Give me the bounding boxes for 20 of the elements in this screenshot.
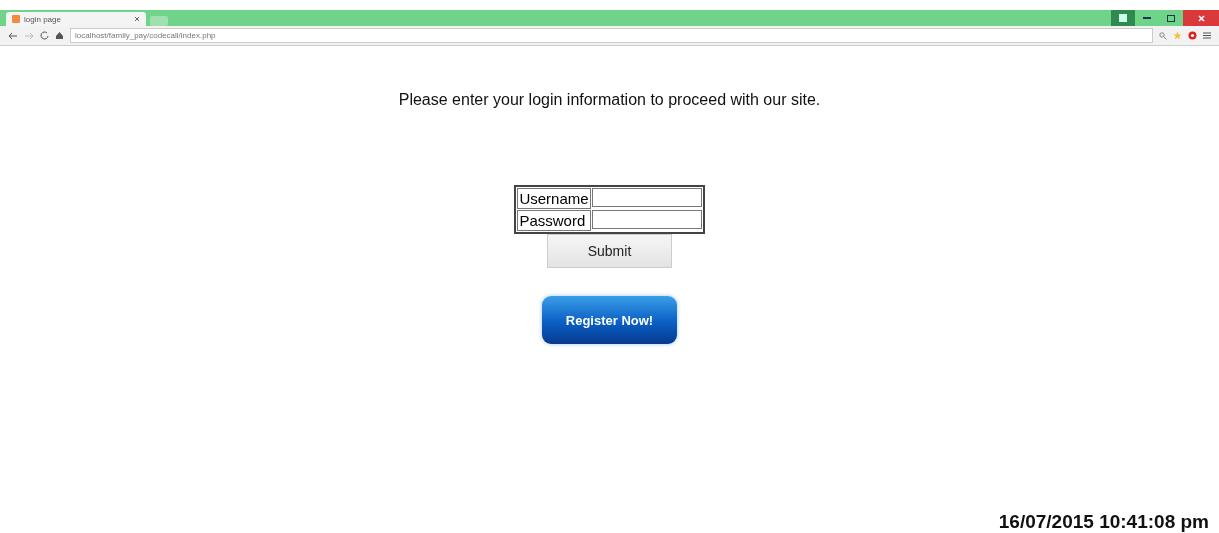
timestamp: 16/07/2015 10:41:08 pm <box>998 511 1209 533</box>
browser-tab[interactable]: login page <box>6 12 146 26</box>
register-button[interactable]: Register Now! <box>542 296 677 344</box>
field-label: Username <box>517 188 591 209</box>
star-icon[interactable] <box>1173 31 1182 40</box>
field-label: Password <box>517 210 591 231</box>
submit-button[interactable]: Submit <box>547 234 672 268</box>
page-icon <box>12 15 20 23</box>
search-icon[interactable] <box>1159 31 1167 40</box>
menu-icon[interactable] <box>1203 32 1211 39</box>
close-icon[interactable] <box>1183 10 1219 26</box>
address-bar[interactable]: localhost/family_pay/codecall/index.php <box>70 28 1153 43</box>
input-field[interactable] <box>591 188 702 207</box>
back-icon[interactable] <box>8 31 18 40</box>
home-icon[interactable] <box>55 31 64 40</box>
input-field[interactable] <box>591 210 702 229</box>
tab-title: login page <box>24 14 61 24</box>
close-icon[interactable] <box>134 16 140 22</box>
reload-icon[interactable] <box>40 31 49 40</box>
instruction-text: Please enter your login information to proceed with our site. <box>398 91 821 109</box>
